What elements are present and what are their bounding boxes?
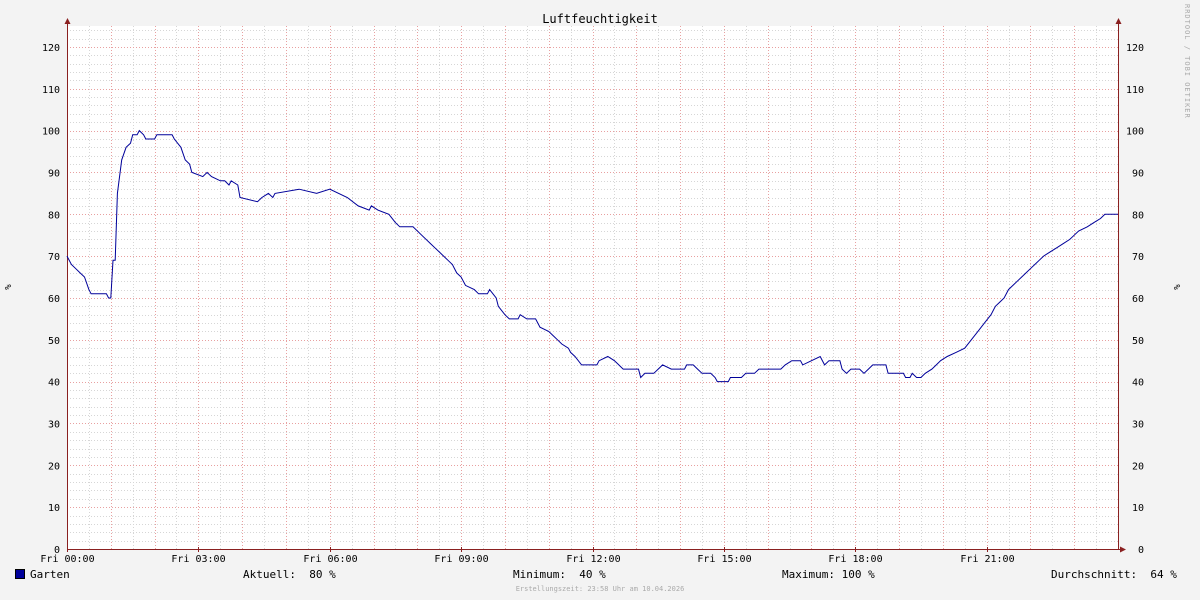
chart-root: 0 0 10 10 20 20 30 30 40 40 50 50 60 60 70 70 80 80 90 90 10… [0, 0, 1200, 600]
x-tick-label: Fri 12:00 [566, 554, 620, 565]
y-tick-label-right: 50 [1132, 336, 1144, 347]
y-tick-label-left: 110 [42, 85, 60, 96]
y-tick-label-left: 120 [42, 43, 60, 54]
y-tick-label-left: 20 [48, 461, 60, 472]
x-tick-label: Fri 18:00 [828, 554, 882, 565]
plot-area [67, 26, 1118, 549]
y-tick-label-right: 10 [1132, 503, 1144, 514]
y-tick-label-right: 30 [1132, 419, 1144, 430]
y-tick-label-right: 20 [1132, 461, 1144, 472]
y-axis-label-right: % [1173, 284, 1183, 290]
legend-minimum: Minimum: 40 % [513, 568, 606, 581]
x-tick-label: Fri 06:00 [303, 554, 357, 565]
footer-timestamp: Erstellungszeit: 23:58 Uhr am 10.04.2026 [515, 585, 685, 593]
y-tick-label-left: 100 [42, 127, 60, 138]
y-tick-label-left: 80 [48, 210, 60, 221]
x-tick-label: Fri 03:00 [171, 554, 225, 565]
legend-series-name: Garten [30, 568, 70, 581]
x-tick-label: Fri 15:00 [697, 554, 751, 565]
y-tick-label-left: 90 [48, 168, 60, 179]
y-tick-label-left: 70 [48, 252, 60, 263]
y-tick-label-left: 40 [48, 378, 60, 389]
y-tick-label-left: 30 [48, 419, 60, 430]
x-tick-label: Fri 21:00 [960, 554, 1014, 565]
y-tick-label-right: 80 [1132, 210, 1144, 221]
watermark: RRDTOOL / TOBI OETIKER [1183, 4, 1191, 119]
y-tick-label-right: 110 [1126, 85, 1144, 96]
y-axis-label-left: % [4, 284, 14, 290]
y-axis-left-arrow [64, 18, 71, 24]
y-tick-label-right: 100 [1126, 127, 1144, 138]
y-tick-label-left: 60 [48, 294, 60, 305]
legend-maximum: Maximum: 100 % [782, 568, 875, 581]
y-tick-label-right: 120 [1126, 43, 1144, 54]
x-tick-label: Fri 09:00 [434, 554, 488, 565]
y-tick-label-right: 70 [1132, 252, 1144, 263]
legend-aktuell: Aktuell: 80 % [243, 568, 336, 581]
x-axis-arrow [1120, 546, 1126, 553]
y-tick-label-right: 90 [1132, 168, 1144, 179]
chart-svg: 0 010 1020 2030 3040 4050 5060 6070 7080 8090 9010… [4, 12, 1183, 565]
y-axis-right-arrow [1115, 18, 1122, 24]
x-tick-label: Fri 00:00 [40, 554, 94, 565]
y-tick-label-left: 10 [48, 503, 60, 514]
y-tick-label-left: 50 [48, 336, 60, 347]
legend-swatch-garten [15, 569, 25, 579]
chart-title: Luftfeuchtigkeit [542, 12, 658, 26]
y-tick-label-right: 40 [1132, 378, 1144, 389]
legend-durchschnitt: Durchschnitt: 64 % [1051, 568, 1177, 581]
y-tick-label-right: 60 [1132, 294, 1144, 305]
y-tick-label-right: 0 [1138, 545, 1144, 556]
